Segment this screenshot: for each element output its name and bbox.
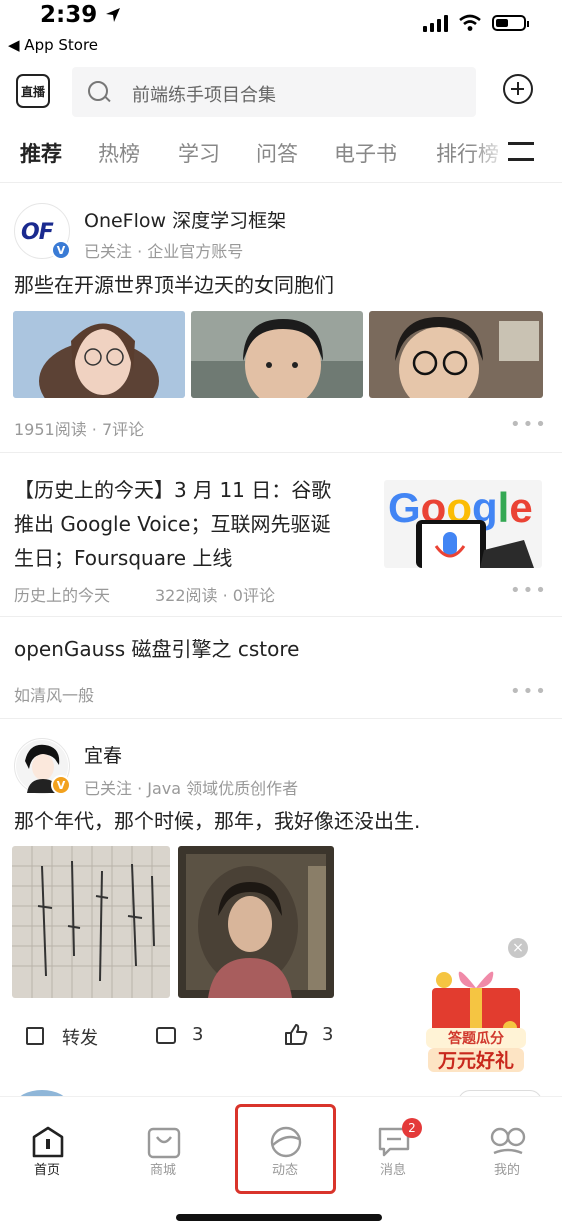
- post-title-line[interactable]: 【历史上的今天】3 月 11 日：谷歌: [14, 473, 331, 507]
- post-title-line[interactable]: 推出 Google Voice；互联网先驱诞: [14, 507, 330, 541]
- avatar[interactable]: V: [14, 738, 71, 795]
- profile-icon: [490, 1127, 526, 1155]
- verified-badge: V: [51, 240, 71, 260]
- like-count: 3: [322, 1024, 334, 1045]
- tab-recommend[interactable]: 推荐: [20, 138, 62, 168]
- thumbs-up-icon: [285, 1024, 308, 1045]
- tabbar-label: 商城: [149, 1163, 176, 1178]
- post-title[interactable]: openGauss 磁盘引擎之 cstore: [14, 632, 299, 666]
- post-source[interactable]: 历史上的今天: [14, 582, 110, 606]
- comment-icon: [156, 1027, 176, 1044]
- post-source[interactable]: 如清风一般: [14, 682, 94, 706]
- tabbar-mall[interactable]: 商城: [118, 1107, 208, 1187]
- tabbar-messages[interactable]: 消息: [348, 1107, 438, 1187]
- tabbar-label: 首页: [33, 1163, 60, 1178]
- comment-count: 3: [192, 1024, 204, 1045]
- oneflow-logo: OF: [21, 220, 54, 245]
- tab-hot[interactable]: 热榜: [98, 138, 140, 168]
- shopping-bag-icon: [147, 1127, 181, 1159]
- post-photo[interactable]: [191, 311, 363, 398]
- tab-qa[interactable]: 问答: [256, 138, 298, 168]
- tabbar-label: 我的: [493, 1163, 520, 1178]
- post-photo[interactable]: [12, 846, 170, 998]
- divider: [0, 452, 562, 453]
- home-icon: [32, 1126, 64, 1158]
- tab-ebook[interactable]: 电子书: [334, 138, 397, 168]
- share-icon: [26, 1027, 44, 1045]
- post-thumbnail[interactable]: Google: [384, 480, 542, 568]
- author-name[interactable]: 宜春: [84, 741, 122, 768]
- share-label: 转发: [62, 1028, 98, 1049]
- top-bar: 直播 前端练手项目合集: [0, 64, 562, 120]
- tabbar-profile[interactable]: 我的: [462, 1107, 552, 1187]
- author-meta: 已关注 · Java 领域优质创作者: [84, 779, 299, 798]
- post-photo[interactable]: [178, 846, 334, 998]
- tab-learn[interactable]: 学习: [178, 138, 220, 168]
- battery-icon: [492, 15, 529, 31]
- avatar[interactable]: OF V: [14, 203, 71, 260]
- divider: [0, 718, 562, 719]
- add-post-button[interactable]: [503, 74, 533, 104]
- live-label: 直播: [20, 84, 45, 99]
- promo-banner[interactable]: 答题瓜分 万元好礼: [424, 958, 528, 1076]
- search-placeholder: 前端练手项目合集: [132, 85, 276, 106]
- more-options-icon[interactable]: •••: [510, 681, 548, 702]
- author-name[interactable]: OneFlow 深度学习框架: [84, 206, 286, 233]
- live-button[interactable]: 直播: [16, 74, 50, 108]
- back-to-app-link[interactable]: ◀ App Store: [8, 36, 98, 54]
- status-bar: 2:39 ◀ App Store: [0, 0, 562, 58]
- divider: [0, 182, 562, 183]
- post-photo[interactable]: [13, 311, 185, 398]
- signal-icon: [423, 14, 448, 32]
- tabbar-label: 消息: [379, 1163, 406, 1178]
- tabs-menu-icon[interactable]: [508, 142, 534, 164]
- more-options-icon[interactable]: •••: [510, 414, 548, 435]
- post-title[interactable]: 那个年代，那个时候，那年，我好像还没出生.: [14, 804, 420, 838]
- search-input[interactable]: 前端练手项目合集: [72, 67, 476, 117]
- verified-badge: V: [51, 775, 71, 795]
- promo-text-line1: 答题瓜分: [448, 1030, 504, 1047]
- post-title-line[interactable]: 生日；Foursquare 上线: [14, 541, 232, 575]
- more-options-icon[interactable]: •••: [510, 580, 548, 601]
- promo-text-line2: 万元好礼: [437, 1049, 514, 1072]
- system-icons: [423, 14, 529, 32]
- tabs-fade: [470, 128, 510, 178]
- home-indicator: [176, 1214, 382, 1221]
- author-meta: 已关注 · 企业官方账号: [84, 242, 244, 261]
- wifi-icon: [459, 14, 481, 31]
- status-time: 2:39: [40, 2, 98, 28]
- search-icon: [88, 81, 108, 101]
- promo-close-icon[interactable]: ×: [508, 938, 528, 958]
- message-count-badge: 2: [402, 1118, 422, 1138]
- post-photo[interactable]: [369, 311, 543, 398]
- tabbar-home[interactable]: 首页: [2, 1107, 92, 1187]
- post-title[interactable]: 那些在开源世界顶半边天的女同胞们: [14, 268, 334, 302]
- highlight-box: [235, 1104, 336, 1194]
- category-tabs: 推荐 热榜 学习 问答 电子书 排行榜: [0, 128, 562, 178]
- post-stats: 1951阅读 · 7评论: [14, 420, 145, 439]
- divider: [0, 616, 562, 617]
- location-arrow-icon: [106, 8, 120, 22]
- post-stats: 322阅读 · 0评论: [155, 586, 275, 605]
